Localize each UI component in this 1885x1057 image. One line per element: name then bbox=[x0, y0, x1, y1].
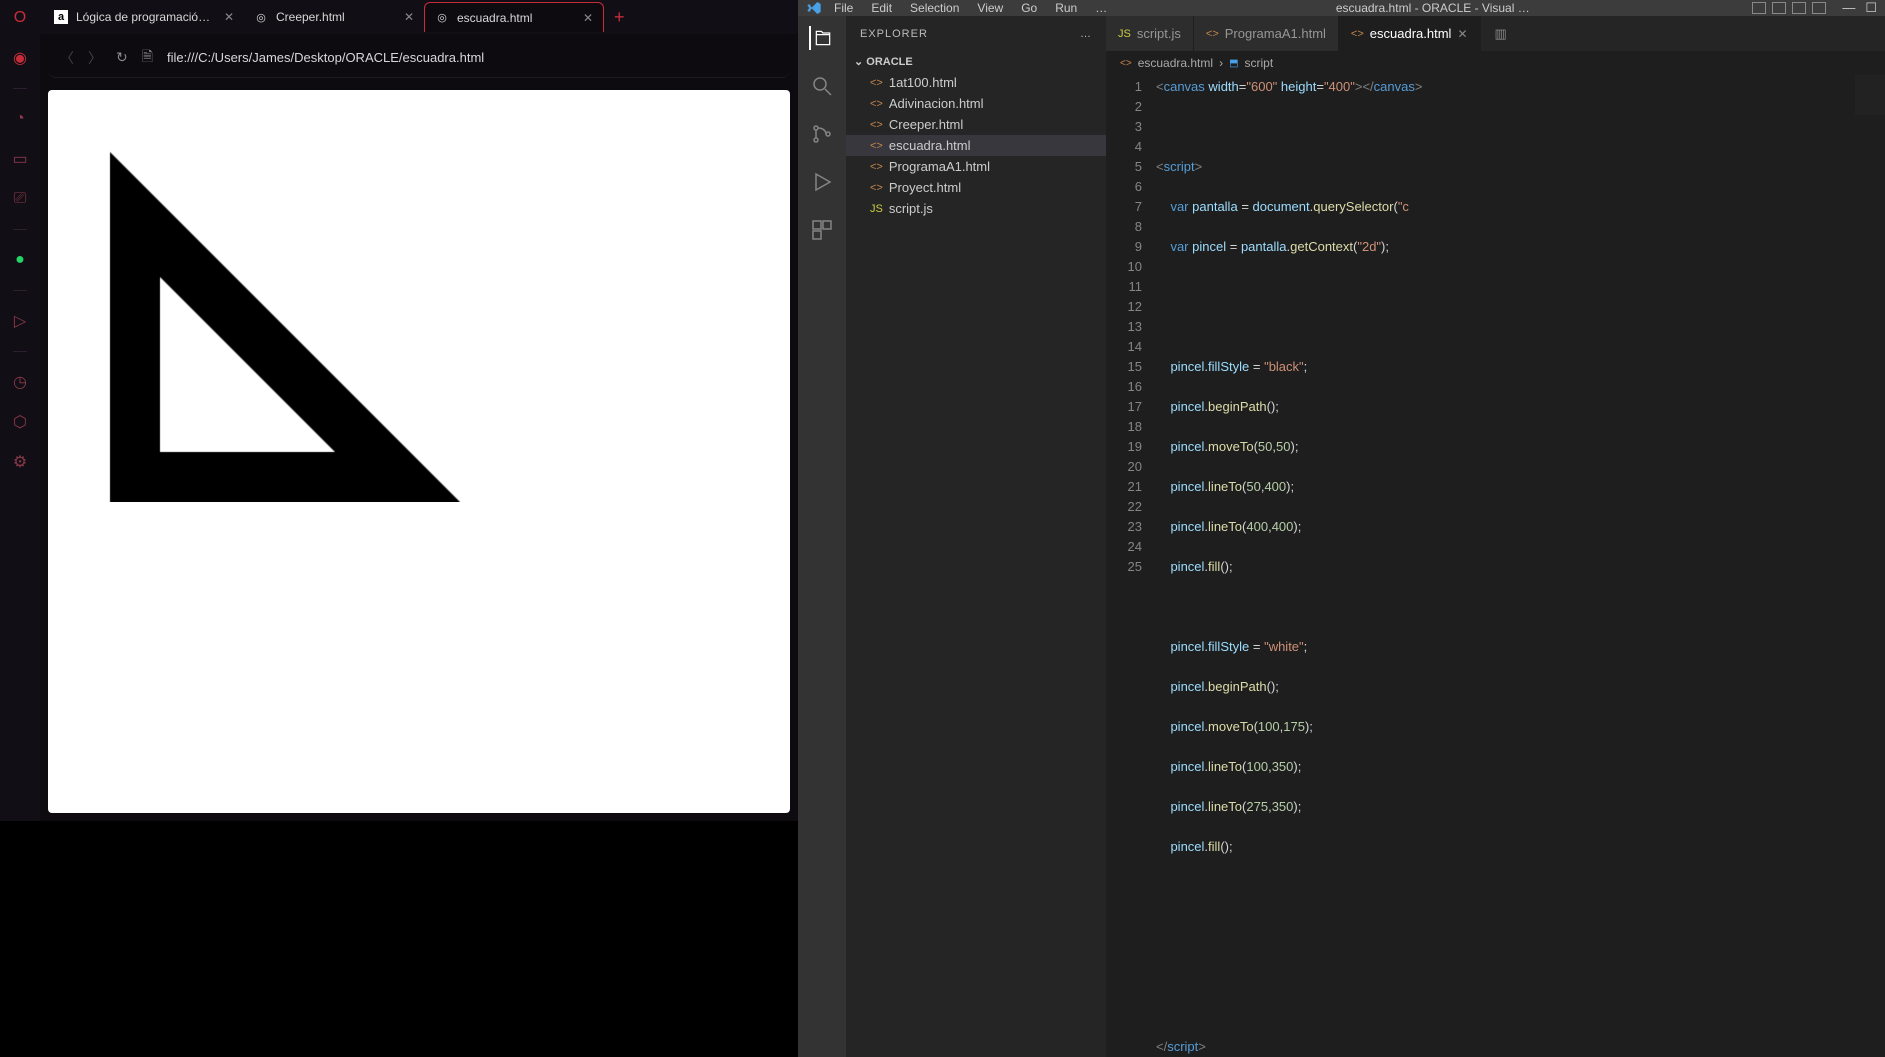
breadcrumb-symbol: script bbox=[1245, 56, 1274, 70]
tab-title: Lógica de programación: P bbox=[76, 10, 216, 24]
opera-browser: O ◉ ◔ ▭ ⎚ ● ▷ ◷ ⬡ ⚙ a Lógica de programa… bbox=[0, 0, 798, 821]
separator bbox=[13, 88, 27, 89]
explorer-sidebar: EXPLORER … ORACLE <>1at100.html<>Adivina… bbox=[846, 16, 1106, 1057]
new-tab-button[interactable]: + bbox=[604, 7, 635, 28]
file-item[interactable]: <>Proyect.html bbox=[846, 177, 1106, 198]
browser-tab[interactable]: a Lógica de programación: P ✕ bbox=[44, 2, 244, 32]
symbol-icon: ⬒ bbox=[1229, 58, 1238, 69]
explorer-label: EXPLORER bbox=[860, 28, 928, 40]
address-bar: 〈 〉 ↻ 🗎 file:///C:/Users/James/Desktop/O… bbox=[48, 38, 790, 78]
vscode-body: EXPLORER … ORACLE <>1at100.html<>Adivina… bbox=[798, 16, 1885, 1057]
activity-bar bbox=[798, 16, 846, 1057]
editor-tab[interactable]: <>ProgramaA1.html bbox=[1194, 16, 1339, 51]
history-icon[interactable]: ◷ bbox=[10, 372, 30, 392]
opera-sidebar: O ◉ ◔ ▭ ⎚ ● ▷ ◷ ⬡ ⚙ bbox=[0, 0, 40, 821]
discord-icon[interactable]: ◉ bbox=[10, 48, 30, 68]
file-item[interactable]: <>Adivinacion.html bbox=[846, 93, 1106, 114]
settings-icon[interactable]: ⚙ bbox=[10, 452, 30, 472]
play-icon[interactable]: ▷ bbox=[10, 311, 30, 331]
minimap[interactable] bbox=[1855, 75, 1885, 175]
file-icon: <> bbox=[1120, 58, 1132, 69]
extensions-icon[interactable] bbox=[810, 218, 834, 242]
editor-tab[interactable]: JSscript.js bbox=[1106, 16, 1194, 51]
editor-tab[interactable]: <>escuadra.html✕ bbox=[1339, 16, 1481, 51]
editor-area: JSscript.js<>ProgramaA1.html<>escuadra.h… bbox=[1106, 16, 1885, 1057]
file-item[interactable]: <>ProgramaA1.html bbox=[846, 156, 1106, 177]
window-title: escuadra.html - ORACLE - Visual … bbox=[1119, 1, 1746, 15]
globe-icon: ◎ bbox=[254, 10, 268, 24]
browser-tab[interactable]: ◎ Creeper.html ✕ bbox=[244, 2, 424, 32]
code-content[interactable]: <canvas width="600" height="400"></canva… bbox=[1156, 75, 1885, 1057]
browser-tab-active[interactable]: ◎ escuadra.html ✕ bbox=[424, 2, 604, 32]
globe-icon: ◎ bbox=[435, 11, 449, 25]
forward-icon[interactable]: 〉 bbox=[88, 48, 102, 68]
window-controls: — ☐ bbox=[1842, 0, 1877, 16]
workspace-icon[interactable]: ▭ bbox=[10, 149, 30, 169]
canvas-output bbox=[60, 102, 660, 502]
file-item[interactable]: <>1at100.html bbox=[846, 72, 1106, 93]
file-item[interactable]: <>escuadra.html bbox=[846, 135, 1106, 156]
close-icon[interactable]: ✕ bbox=[404, 10, 414, 24]
file-item[interactable]: JSscript.js bbox=[846, 198, 1106, 219]
close-icon[interactable]: ✕ bbox=[583, 11, 593, 25]
tab-title: escuadra.html bbox=[457, 11, 575, 25]
favicon-icon: a bbox=[54, 10, 68, 24]
tab-title: Creeper.html bbox=[276, 10, 396, 24]
maximize-icon[interactable]: ☐ bbox=[1865, 0, 1877, 16]
opera-main: a Lógica de programación: P ✕ ◎ Creeper.… bbox=[40, 0, 798, 821]
file-list: <>1at100.html<>Adivinacion.html<>Creeper… bbox=[846, 72, 1106, 219]
menu-selection[interactable]: Selection bbox=[904, 1, 965, 15]
separator bbox=[13, 351, 27, 352]
editor-tabs: JSscript.js<>ProgramaA1.html<>escuadra.h… bbox=[1106, 16, 1885, 51]
chevron-right-icon: › bbox=[1219, 56, 1223, 70]
back-icon[interactable]: 〈 bbox=[60, 48, 74, 68]
reload-icon[interactable]: ↻ bbox=[116, 49, 128, 66]
speed-dial-icon[interactable]: ◔ bbox=[10, 109, 30, 129]
minimize-icon[interactable]: — bbox=[1842, 0, 1855, 16]
search-icon[interactable] bbox=[810, 74, 834, 98]
page-content bbox=[48, 90, 790, 813]
close-icon[interactable]: ✕ bbox=[224, 10, 234, 24]
split-editor-icon[interactable]: ▥ bbox=[1487, 26, 1515, 42]
file-item[interactable]: <>Creeper.html bbox=[846, 114, 1106, 135]
explorer-icon[interactable] bbox=[809, 26, 833, 50]
package-icon[interactable]: ⬡ bbox=[10, 412, 30, 432]
code-pane[interactable]: 1234567891011121314151617181920212223242… bbox=[1106, 75, 1885, 1057]
separator bbox=[13, 229, 27, 230]
separator bbox=[13, 290, 27, 291]
layout-icons[interactable] bbox=[1752, 2, 1826, 14]
breadcrumb[interactable]: <> escuadra.html › ⬒ script bbox=[1106, 51, 1885, 75]
menu-more[interactable]: … bbox=[1089, 1, 1113, 15]
source-control-icon[interactable] bbox=[810, 122, 834, 146]
opera-logo-icon[interactable]: O bbox=[10, 8, 30, 28]
debug-icon[interactable] bbox=[810, 170, 834, 194]
menu-file[interactable]: File bbox=[828, 1, 859, 15]
url-field[interactable]: file:///C:/Users/James/Desktop/ORACLE/es… bbox=[167, 50, 778, 65]
menu-go[interactable]: Go bbox=[1015, 1, 1043, 15]
menu-edit[interactable]: Edit bbox=[865, 1, 898, 15]
breadcrumb-file: escuadra.html bbox=[1138, 56, 1213, 70]
folder-header[interactable]: ORACLE bbox=[846, 51, 1106, 72]
tab-bar: a Lógica de programación: P ✕ ◎ Creeper.… bbox=[40, 0, 798, 34]
explorer-header: EXPLORER … bbox=[846, 16, 1106, 51]
twitch-icon[interactable]: ⎚ bbox=[10, 189, 30, 209]
vscode-logo-icon bbox=[806, 0, 822, 16]
line-numbers: 1234567891011121314151617181920212223242… bbox=[1106, 75, 1156, 1057]
whatsapp-icon[interactable]: ● bbox=[10, 250, 30, 270]
menu-run[interactable]: Run bbox=[1049, 1, 1083, 15]
more-icon[interactable]: … bbox=[1080, 28, 1092, 40]
vscode-window: File Edit Selection View Go Run … escuad… bbox=[798, 0, 1885, 821]
titlebar: File Edit Selection View Go Run … escuad… bbox=[798, 0, 1885, 16]
file-icon: 🗎 bbox=[142, 46, 153, 70]
menu-view[interactable]: View bbox=[971, 1, 1009, 15]
